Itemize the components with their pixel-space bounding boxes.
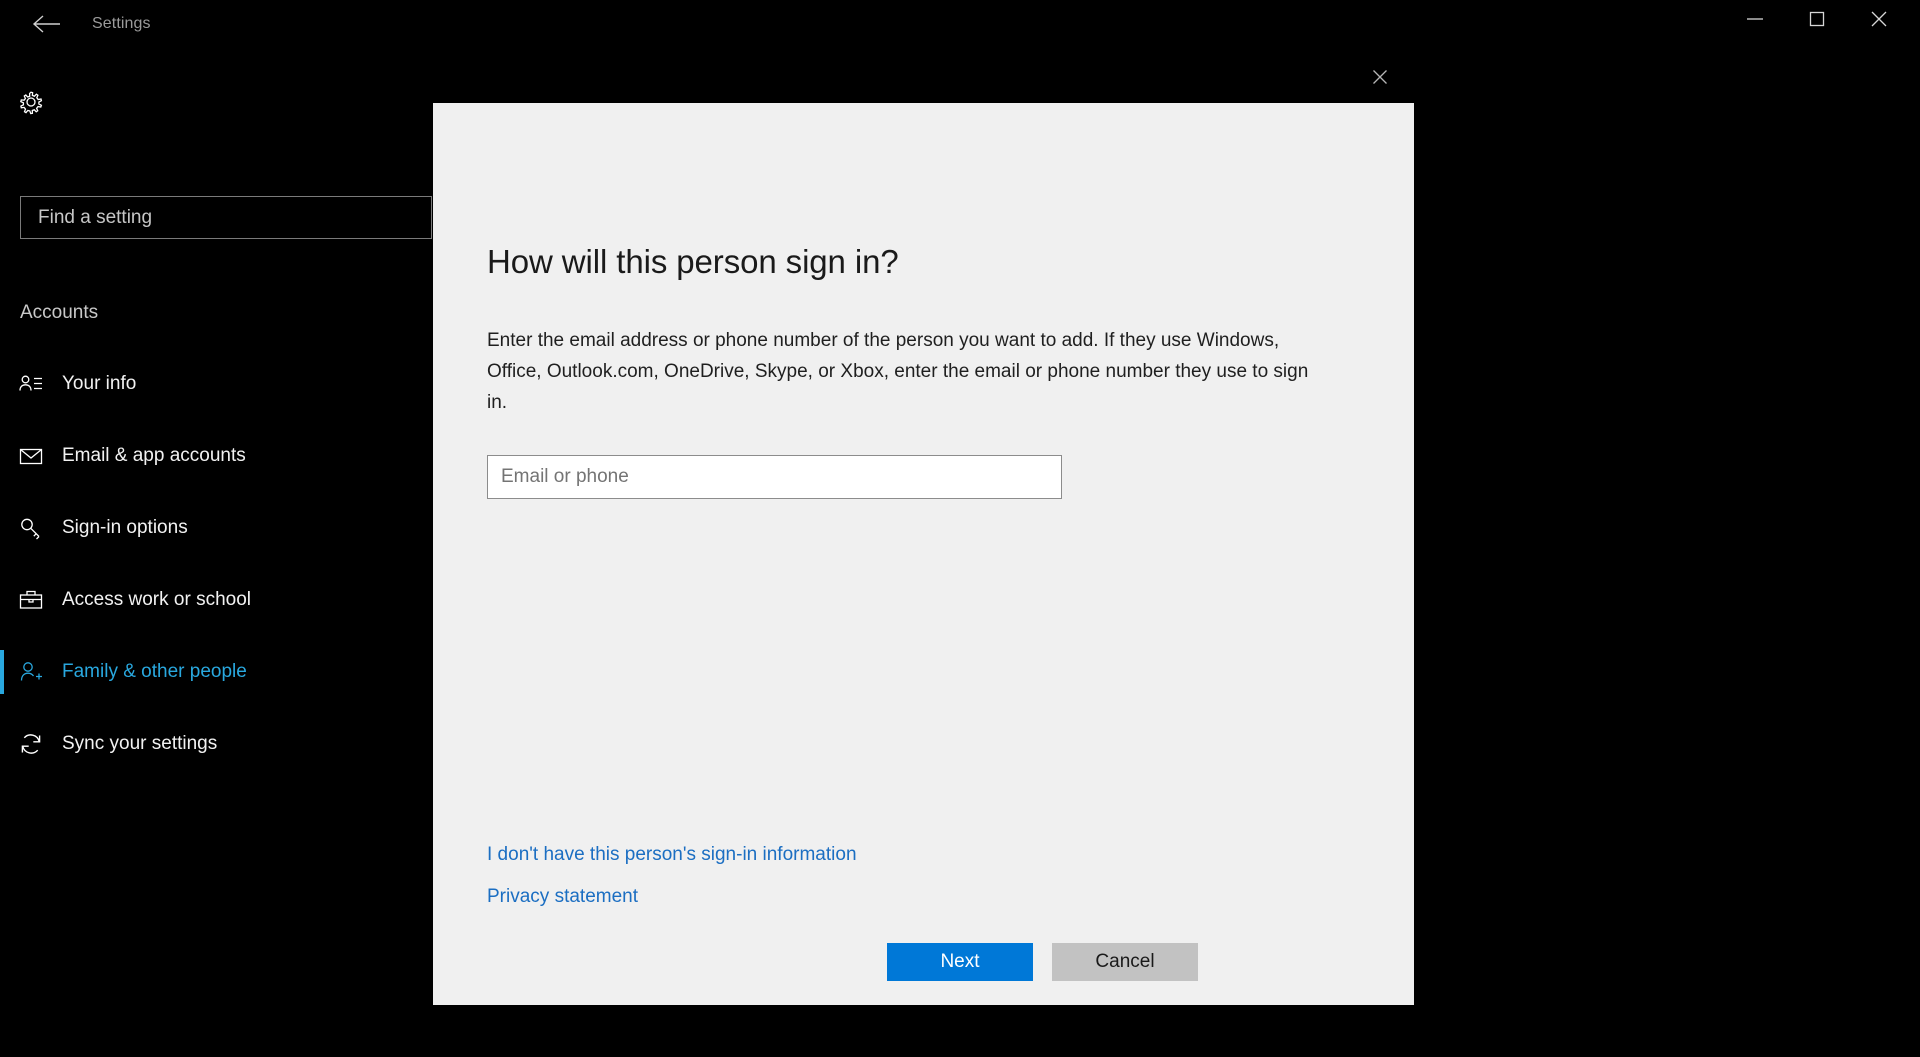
- sidebar-item-label: Sync your settings: [62, 733, 218, 754]
- sidebar-item-home[interactable]: Home: [0, 78, 433, 126]
- search-input[interactable]: [21, 197, 431, 238]
- navigation-pane: Home Accounts Your info: [0, 48, 433, 1032]
- key-icon: [0, 515, 62, 541]
- selection-accent-bar: [0, 506, 4, 550]
- add-person-dialog: How will this person sign in? Enter the …: [433, 55, 1414, 1005]
- person-card-icon: [0, 371, 62, 397]
- sidebar-item-label: Access work or school: [62, 589, 252, 610]
- dialog-button-row: Next Cancel: [887, 943, 1198, 981]
- selection-accent-bar: [0, 722, 4, 766]
- close-icon: [1370, 67, 1390, 92]
- envelope-icon: [0, 443, 62, 469]
- selection-accent-bar: [0, 362, 4, 406]
- window-title-bar: Settings: [0, 0, 1920, 48]
- privacy-statement-link[interactable]: Privacy statement: [487, 886, 638, 908]
- dialog-title-bar: [433, 55, 1414, 103]
- selection-accent-bar: [0, 578, 4, 622]
- email-field-wrap: [487, 455, 1062, 499]
- selection-accent-bar: [0, 434, 4, 478]
- sidebar-item-home-label: Home: [62, 93, 105, 110]
- search-box[interactable]: [20, 196, 432, 239]
- no-signin-info-link[interactable]: I don't have this person's sign-in infor…: [487, 844, 857, 866]
- window-title: Settings: [92, 15, 151, 32]
- sidebar-item-label: Email & app accounts: [62, 445, 246, 466]
- sidebar-item-label: Your info: [62, 373, 137, 394]
- maximize-button[interactable]: [1786, 0, 1848, 42]
- dialog-body: How will this person sign in? Enter the …: [433, 103, 1414, 1005]
- nav-list: Your info Email & app accounts Sign-in o…: [0, 348, 433, 780]
- briefcase-icon: [0, 587, 62, 613]
- settings-window: Settings Home Find a setting Accounts Yo…: [0, 0, 1920, 1032]
- sidebar-item-label: Sign-in options: [62, 517, 188, 538]
- back-arrow-icon: [31, 13, 61, 35]
- next-button[interactable]: Next: [887, 943, 1033, 981]
- minimize-button[interactable]: [1724, 0, 1786, 42]
- sidebar-item-sign-in-options[interactable]: Sign-in options: [0, 492, 433, 564]
- sidebar-item-email-app-accounts[interactable]: Email & app accounts: [0, 420, 433, 492]
- sidebar-item-sync-your-settings[interactable]: Sync your settings: [0, 708, 433, 780]
- nav-section-header: Accounts: [20, 302, 99, 323]
- minimize-icon: [1744, 12, 1766, 30]
- dialog-close-button[interactable]: [1356, 55, 1404, 103]
- dialog-description: Enter the email address or phone number …: [487, 330, 1309, 413]
- add-person-icon: [0, 659, 62, 685]
- cancel-button[interactable]: Cancel: [1052, 943, 1198, 981]
- close-button[interactable]: [1848, 0, 1910, 42]
- close-icon: [1868, 8, 1890, 35]
- back-button[interactable]: [20, 0, 72, 48]
- sidebar-item-family-other-people[interactable]: Family & other people: [0, 636, 433, 708]
- sidebar-item-access-work-or-school[interactable]: Access work or school: [0, 564, 433, 636]
- maximize-icon: [1806, 8, 1828, 35]
- selection-accent-bar: [0, 650, 4, 694]
- sidebar-item-your-info[interactable]: Your info: [0, 348, 433, 420]
- dialog-heading: How will this person sign in?: [487, 243, 899, 280]
- email-field[interactable]: [487, 455, 1062, 499]
- sidebar-item-label: Family & other people: [62, 661, 247, 682]
- gear-icon: [0, 88, 62, 116]
- sync-icon: [0, 731, 62, 757]
